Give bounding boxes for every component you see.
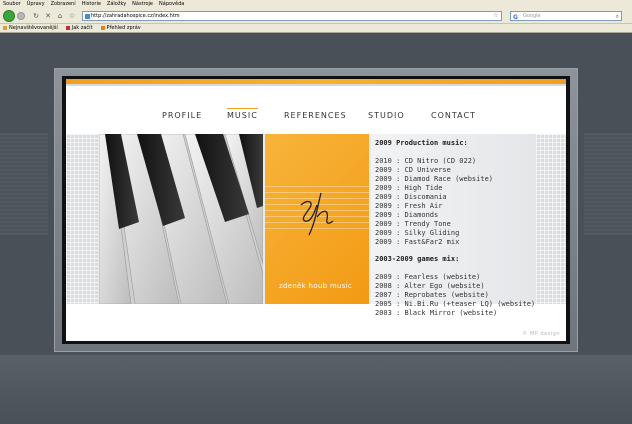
divider [66,84,566,86]
menu-file[interactable]: Soubor [3,1,21,7]
forward-button[interactable] [17,12,25,20]
nav-studio[interactable]: STUDIO [368,111,405,120]
menu-help[interactable]: Nápověda [159,1,184,7]
list-item[interactable]: 2009 : Fresh Air [375,202,536,211]
brand-caption: zdeněk houb music [279,282,353,290]
list-item[interactable]: 2009 : Discomania [375,193,536,202]
list-item[interactable]: 2009 : Silky Gliding [375,229,536,238]
section-title-games: 2003-2009 games mix: [375,255,460,263]
bookmarks-toolbar: Nejnavštěvovanější Jak začít Přehled zpr… [0,24,632,33]
list-item[interactable]: 2010 : CD Nitro (CD 022) [375,157,536,166]
nav-references[interactable]: REFERENCES [284,111,347,120]
music-list-panel: 2009 Production music: 2010 : CD Nitro (… [371,134,536,317]
menu-tools[interactable]: Nástroje [132,1,153,7]
menu-view[interactable]: Zobrazení [51,1,76,7]
piano-image [99,134,263,304]
list-item[interactable]: 2008 : Alter Ego (website) [375,282,536,291]
brand-panel: zdeněk houb music [265,134,369,304]
nav-music[interactable]: MUSIC [227,108,258,120]
menu-edit[interactable]: Úpravy [27,1,45,7]
list-item[interactable]: 2009 : Fearless (website) [375,273,536,282]
address-text: http://zahradahospice.cz/index.htm [91,13,180,19]
menu-history[interactable]: Historie [82,1,101,7]
list-item[interactable]: 2009 : Diamonds [375,211,536,220]
design-credit: © MP design [522,331,560,337]
browser-navbar: ↻ ✕ ⌂ ☆ http://zahradahospice.cz/index.h… [0,8,632,24]
firefox-icon [65,26,70,30]
bookmark-most-visited[interactable]: Nejnavštěvovanější [3,25,58,31]
nav-contact[interactable]: CONTACT [431,111,476,120]
grid-pattern-right [536,134,566,304]
address-bar[interactable]: http://zahradahospice.cz/index.htm [82,11,502,21]
zh-logo-icon [300,192,334,236]
background-floor [0,355,632,424]
reload-icon[interactable]: ↻ [32,12,40,20]
bookmark-news[interactable]: Přehled zpráv [100,25,141,31]
menu-bookmarks[interactable]: Záložky [107,1,126,7]
bookmark-getting-started[interactable]: Jak začít [65,25,93,31]
list-item[interactable]: 2009 : Fast&Far2 mix [375,238,536,247]
list-item[interactable]: 2009 : Trendy Tone [375,220,536,229]
browser-menubar: Soubor Úpravy Zobrazení Historie Záložky… [0,0,632,8]
games-list: 2009 : Fearless (website) 2008 : Alter E… [375,273,536,318]
site-content: PROFILE MUSIC REFERENCES STUDIO CONTACT [66,79,566,341]
rss-icon [100,26,105,30]
favicon-icon [85,14,90,19]
section-title-production: 2009 Production music: [375,139,468,147]
search-placeholder: Google [523,13,541,19]
home-icon[interactable]: ⌂ [56,12,64,20]
list-item[interactable]: 2009 : High Tide [375,184,536,193]
main-strip: zdeněk houb music 2009 Production music:… [66,134,566,317]
bookmark-page-icon[interactable]: ☆ [68,12,76,20]
list-item[interactable]: 2003 : Black Mirror (website) [375,309,536,318]
list-item[interactable]: 2005 : Ni.Bi.Ru (+teaser LQ) (website) [375,300,536,309]
list-item[interactable]: 2009 : Diamod Race (website) [375,175,536,184]
production-list: 2010 : CD Nitro (CD 022) 2009 : CD Unive… [375,157,536,247]
search-input[interactable]: G Google ⌕ [510,11,622,21]
search-icon[interactable]: ⌕ [616,12,619,21]
folder-icon [3,26,7,30]
background-band-right [584,133,632,235]
main-nav: PROFILE MUSIC REFERENCES STUDIO CONTACT [66,108,566,123]
google-icon: G [513,14,518,21]
list-item[interactable]: 2009 : CD Universe [375,166,536,175]
piano-keys-graphic [99,134,263,304]
back-button[interactable] [3,10,15,22]
star-icon[interactable]: ☆ [493,12,498,19]
list-item[interactable]: 2007 : Reprobates (website) [375,291,536,300]
background-band-left [0,133,48,235]
page-background: PROFILE MUSIC REFERENCES STUDIO CONTACT [0,33,632,424]
stop-icon[interactable]: ✕ [44,12,52,20]
grid-pattern-left [66,134,98,304]
nav-profile[interactable]: PROFILE [162,111,202,120]
